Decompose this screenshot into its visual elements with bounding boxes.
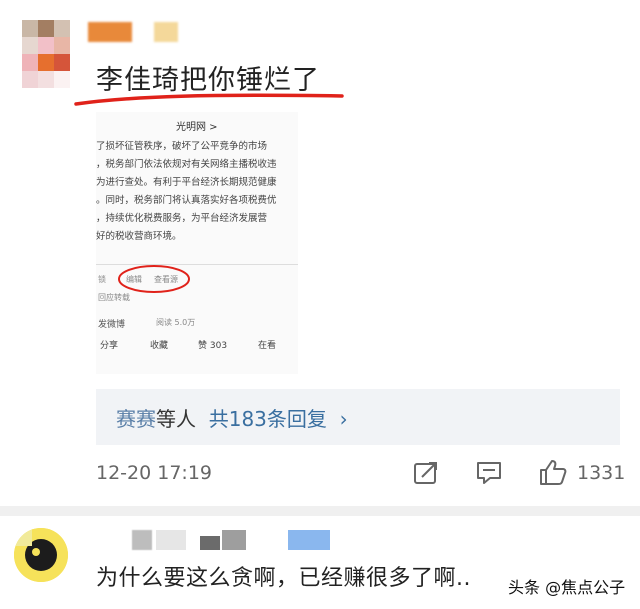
comment-timestamp: 12-20 17:19	[96, 462, 213, 484]
embedded-screenshot[interactable]: 光明网 > 了损坏征管秩序，破坏了公平竞争的市场 ，税务部门依法依规对有关网络主…	[96, 112, 298, 374]
like-icon[interactable]	[538, 458, 568, 486]
embed-favorite: 收藏	[150, 341, 169, 351]
username-blurred[interactable]	[88, 22, 132, 42]
comment-icon[interactable]	[475, 460, 503, 486]
reply-summary[interactable]: 赛赛等人 共183条回复 ›	[96, 389, 620, 445]
embed-source: 光明网 >	[176, 122, 218, 133]
embed-text-line: ，税务部门依法依规对有关网络主播税收违	[96, 159, 277, 170]
username-blurred	[156, 530, 186, 550]
reply-etc: 等人	[156, 407, 196, 431]
user-badge-blurred	[288, 530, 330, 550]
avatar[interactable]	[22, 20, 70, 88]
embed-text-line: 为进行查处。有利于平台经济长期规范健康	[96, 177, 277, 188]
reply-summary-text[interactable]: 赛赛等人 共183条回复 ›	[116, 403, 348, 432]
reply-count[interactable]: 共183条回复	[209, 407, 327, 431]
avatar[interactable]	[14, 528, 68, 582]
avatar-image	[14, 528, 68, 582]
embed-action-bar: 分享 收藏 赞 303 在看	[96, 336, 298, 354]
embed-like: 赞 303	[198, 341, 228, 351]
comment-text: 为什么要这么贪啊，已经赚很多了啊..	[96, 566, 471, 591]
red-underline-annotation	[74, 93, 344, 106]
red-circle-annotation	[118, 265, 190, 293]
chevron-right-icon: ›	[339, 407, 348, 431]
embed-share: 分享	[100, 341, 119, 351]
watermark: 头条 @焦点公子	[508, 578, 626, 597]
like-count: 1331	[577, 462, 626, 484]
embed-meta-item: 锁	[98, 275, 106, 284]
embed-watch: 在看	[258, 341, 277, 351]
comment-divider	[0, 506, 640, 516]
embed-viewer: 发微博	[98, 320, 126, 330]
share-icon[interactable]	[412, 460, 440, 486]
embed-text-line: 。同时，税务部门将认真落实好各项税费优	[96, 195, 277, 206]
embed-views: 阅读 5.0万	[156, 318, 196, 327]
embed-text-line: ，持续优化税费服务，为平台经济发展营	[96, 213, 268, 224]
embed-text-line: 了损坏征管秩序，破坏了公平竞争的市场	[96, 141, 268, 152]
reply-users[interactable]: 赛赛	[116, 407, 156, 431]
user-badge-blurred	[154, 22, 178, 42]
username-blurred	[200, 536, 220, 550]
username-blurred[interactable]	[132, 530, 152, 550]
embed-text-line: 好的税收营商环境。	[96, 231, 182, 242]
username-blurred	[222, 530, 246, 550]
